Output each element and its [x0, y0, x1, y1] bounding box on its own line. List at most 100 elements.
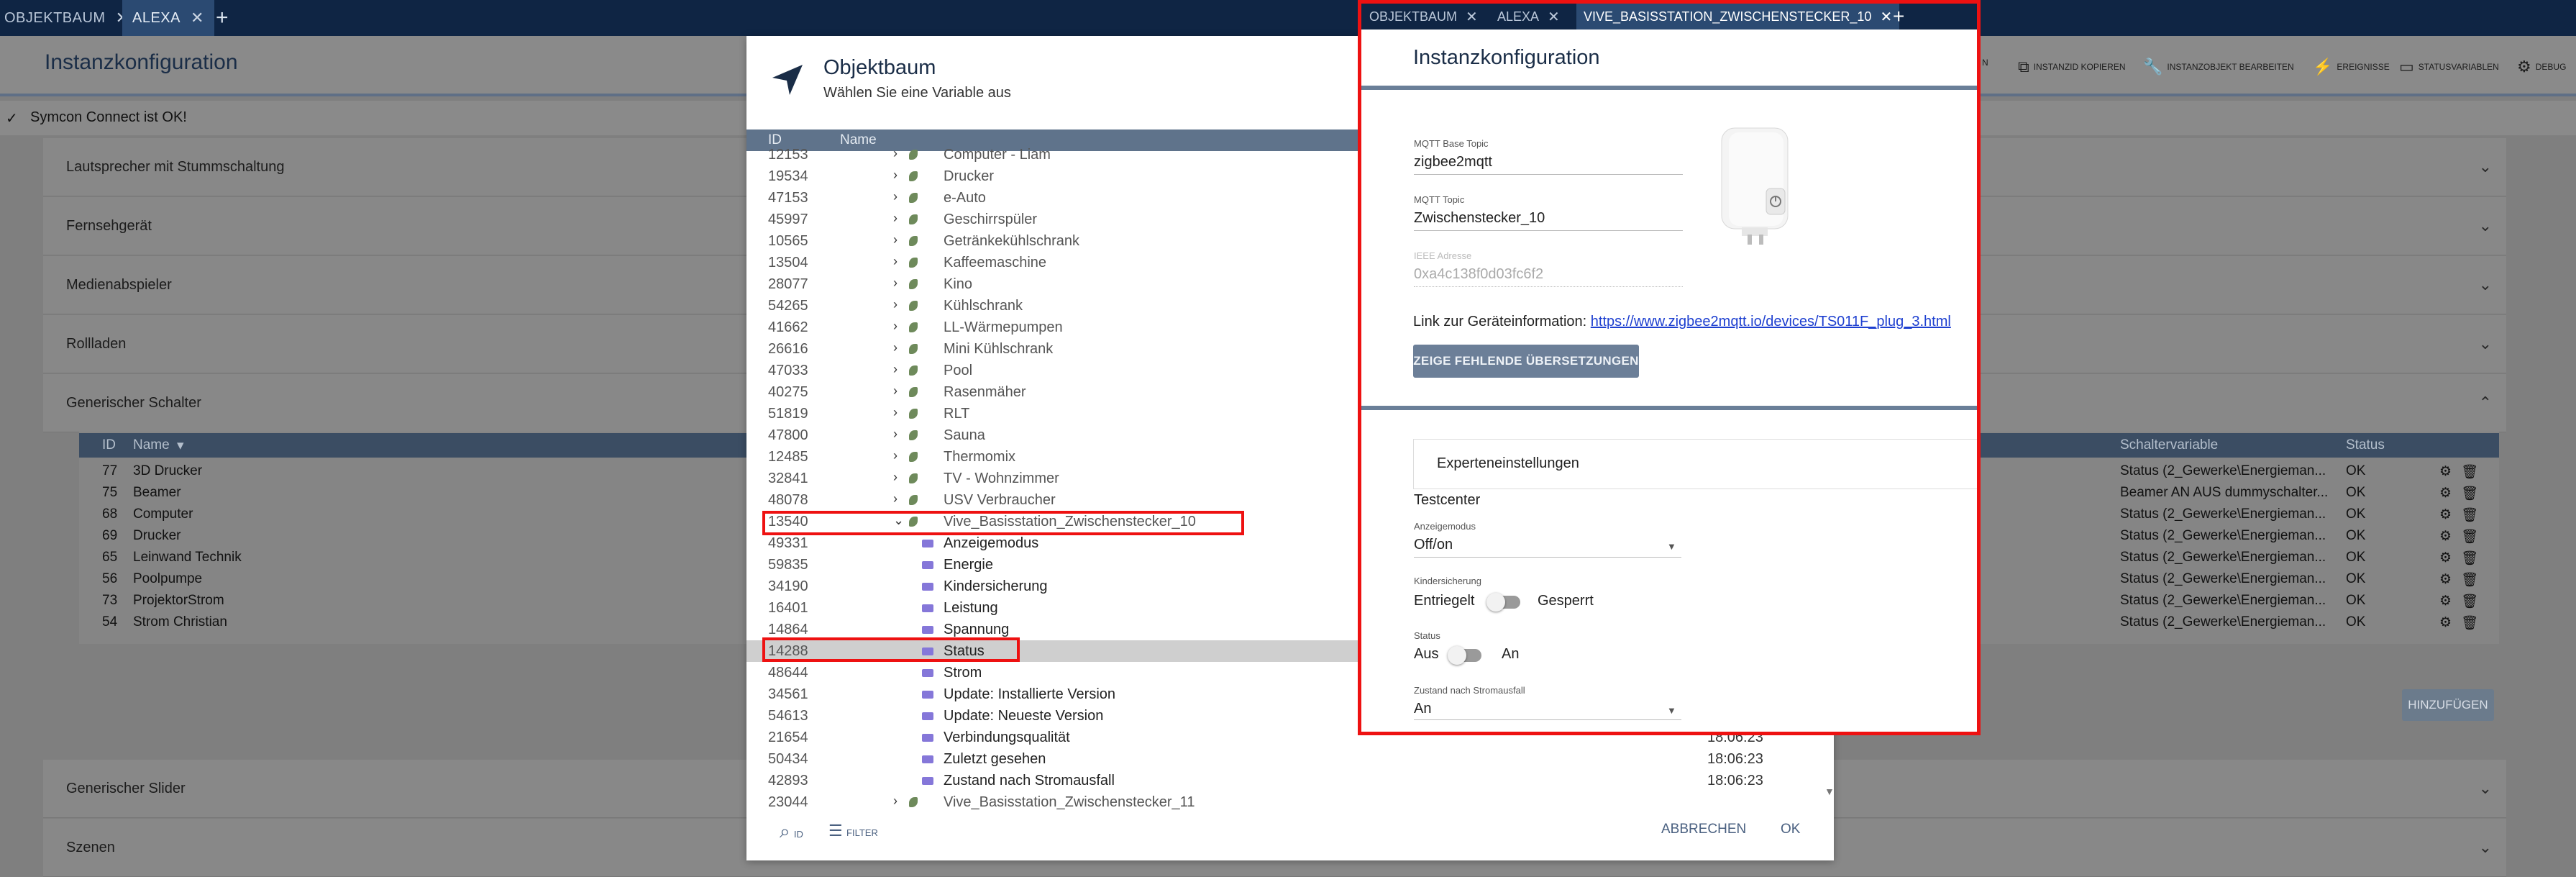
add-button[interactable]: HINZUFÜGEN [2402, 689, 2494, 721]
tree-row-id: 51819 [768, 406, 808, 422]
filter-button[interactable]: ☰ FILTER [828, 822, 878, 840]
tree-row-id: 48078 [768, 492, 808, 508]
expand-icon[interactable]: › [893, 297, 898, 312]
expand-icon[interactable]: › [893, 340, 898, 355]
expert-settings-panel[interactable]: Experteneinstellungen [1413, 439, 1977, 489]
expand-icon[interactable]: › [893, 383, 898, 399]
expand-icon[interactable]: › [893, 448, 898, 463]
gear-icon[interactable]: ⚙ [2439, 528, 2452, 545]
tab-alexa[interactable]: ALEXA ✕ [1497, 4, 1560, 29]
tree-row-name: Update: Neueste Version [944, 708, 1104, 724]
gear-icon[interactable]: ⚙ [2439, 485, 2452, 501]
close-icon[interactable]: ✕ [1548, 8, 1560, 26]
close-icon[interactable]: ✕ [1880, 8, 1892, 26]
expand-icon[interactable]: › [893, 211, 898, 226]
expand-icon[interactable]: › [893, 491, 898, 506]
gear-icon[interactable]: ⚙ [2439, 614, 2452, 631]
tree-row[interactable]: 42893 Zustand nach Stromausfall 18:06:23 [746, 770, 1834, 791]
gear-icon[interactable]: ⚙ [2439, 550, 2452, 566]
status-variables-button[interactable]: ▭ STATUSVARIABLEN [2399, 58, 2499, 76]
tab-label: ALEXA [132, 9, 181, 26]
row-variable: Status (2_Gewerke\Energieman... [2120, 571, 2326, 586]
trash-icon[interactable]: 🗑 [2461, 528, 2478, 545]
debug-button[interactable]: ⚙ DEBUG [2517, 58, 2566, 76]
trash-icon[interactable]: 🗑 [2461, 463, 2478, 481]
tab-objektbaum[interactable]: OBJEKTBAUM ✕ [0, 0, 134, 36]
status-toggle[interactable] [1448, 646, 1481, 665]
scroll-down-icon[interactable]: ▼ [1824, 786, 1835, 797]
zustand-select[interactable]: An [1414, 701, 1431, 717]
expand-icon[interactable]: › [893, 362, 898, 377]
expand-icon[interactable]: › [893, 276, 898, 291]
expand-icon[interactable]: › [893, 232, 898, 247]
trash-icon[interactable]: 🗑 [2461, 614, 2478, 632]
gear-icon[interactable]: ⚙ [2439, 593, 2452, 609]
copy-id-button[interactable]: ⧉ INSTANZID KOPIEREN [2018, 58, 2126, 76]
sort-name-column[interactable]: Name [133, 437, 170, 453]
device-info-link[interactable]: https://www.zigbee2mqtt.io/devices/TS011… [1591, 314, 1951, 330]
tree-row-id: 21654 [768, 730, 808, 745]
trash-icon[interactable]: 🗑 [2461, 571, 2478, 589]
cancel-button[interactable]: ABBRECHEN [1661, 822, 1746, 837]
row-variable: Status (2_Gewerke\Energieman... [2120, 528, 2326, 543]
mqtt-base-topic-input[interactable]: zigbee2mqtt [1414, 154, 1492, 171]
wrench-icon: 🔧 [2143, 58, 2163, 76]
tree-row-id: 12153 [768, 147, 808, 163]
tree-row-id: 47153 [768, 190, 808, 206]
add-tab-icon[interactable]: + [1893, 4, 1904, 29]
dialog-subtitle: Wählen Sie eine Variable aus [823, 85, 1011, 101]
gear-icon[interactable]: ⚙ [2439, 506, 2452, 523]
trash-icon[interactable]: 🗑 [2461, 506, 2478, 524]
kindersicherung-toggle[interactable] [1486, 593, 1520, 612]
row-status: OK [2346, 614, 2366, 630]
tree-row[interactable]: 50434 Zuletzt gesehen 18:06:23 [746, 748, 1834, 770]
row-name: ProjektorStrom [133, 593, 224, 608]
tab-alexa[interactable]: ALEXA ✕ [122, 0, 214, 36]
trash-icon[interactable]: 🗑 [2461, 550, 2478, 567]
tree-row-name: Update: Installierte Version [944, 686, 1116, 702]
expand-icon[interactable]: › [893, 146, 898, 161]
expand-icon[interactable]: › [893, 319, 898, 334]
close-icon[interactable]: ✕ [1466, 8, 1478, 26]
expand-icon[interactable]: › [893, 405, 898, 420]
expand-icon[interactable]: › [893, 254, 898, 269]
edit-instance-button[interactable]: 🔧 INSTANZOBJEKT BEARBEITEN [2143, 58, 2294, 76]
expand-icon[interactable]: › [893, 189, 898, 204]
tab-objektbaum[interactable]: OBJEKTBAUM ✕ [1369, 4, 1478, 29]
row-id: 54 [102, 614, 118, 630]
mqtt-topic-input[interactable]: Zwischenstecker_10 [1414, 210, 1545, 227]
expand-icon[interactable]: › [893, 427, 898, 442]
gear-icon[interactable]: ⚙ [2439, 463, 2452, 480]
row-name: 3D Drucker [133, 463, 203, 478]
row-status: OK [2346, 571, 2366, 586]
instance-icon [909, 193, 918, 203]
trash-icon[interactable]: 🗑 [2461, 593, 2478, 610]
tree-row-name: Thermomix [944, 449, 1016, 465]
instance-icon [909, 171, 918, 181]
tree-row-time: 18:06:23 [1707, 751, 1763, 767]
chevron-down-icon: ⌄ [2478, 158, 2492, 176]
tree-row-id: 23044 [768, 794, 808, 810]
expand-icon[interactable]: › [893, 168, 898, 183]
search-id-button[interactable]: ⌕ ID [780, 820, 803, 843]
ok-button[interactable]: OK [1781, 822, 1800, 837]
expand-icon[interactable]: › [893, 470, 898, 485]
gear-icon[interactable]: ⚙ [2439, 571, 2452, 588]
anzeigemodus-select[interactable]: Off/on [1414, 537, 1453, 553]
instance-icon [909, 344, 918, 354]
tree-row-name: Zuletzt gesehen [944, 751, 1046, 767]
trash-icon[interactable]: 🗑 [2461, 485, 2478, 502]
tree-row-id: 34190 [768, 578, 808, 594]
sort-arrow-icon: ▾ [177, 438, 184, 453]
missing-translations-button[interactable]: ZEIGE FEHLENDE ÜBERSETZUNGEN [1413, 345, 1639, 378]
tree-row[interactable]: 23044 › Vive_Basisstation_Zwischenstecker_… [746, 791, 1834, 813]
close-icon[interactable]: ✕ [191, 9, 204, 27]
add-tab-icon[interactable]: + [216, 0, 229, 36]
tree-row-name: Energie [944, 557, 993, 573]
tree-row-id: 12485 [768, 449, 808, 465]
events-button[interactable]: ⚡ EREIGNISSE [2313, 58, 2390, 76]
expand-icon[interactable]: › [893, 794, 898, 809]
tree-row-id: 14864 [768, 622, 808, 637]
tab-vive-basisstation[interactable]: VIVE_BASISSTATION_ZWISCHENSTECKER_10 ✕ [1576, 4, 1900, 29]
instance-icon [909, 258, 918, 268]
